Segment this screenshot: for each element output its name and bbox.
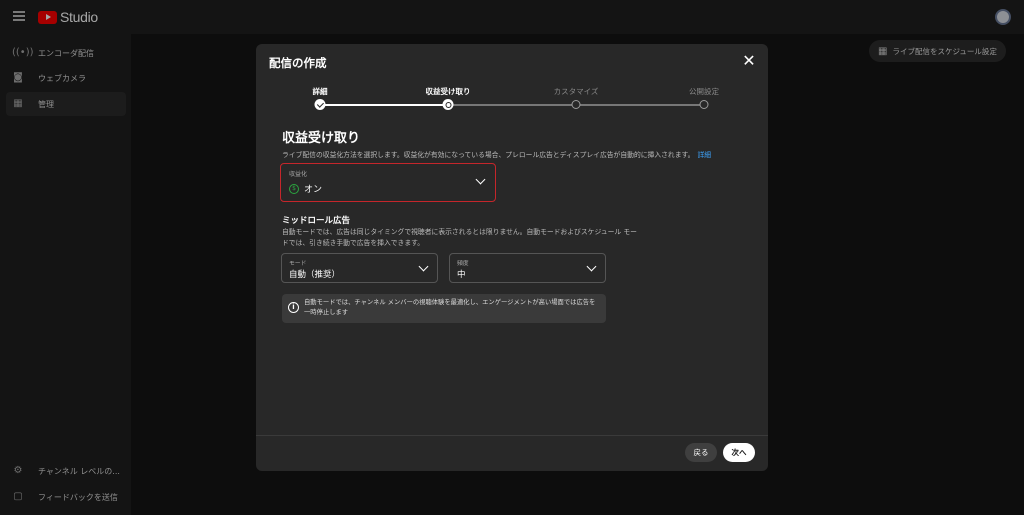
- frequency-label: 頻度: [457, 261, 469, 267]
- step-line-done: [320, 104, 448, 106]
- mode-label: モード: [289, 261, 307, 267]
- step-done-check-icon[interactable]: [314, 99, 326, 110]
- step-label-visibility: 公開設定: [689, 87, 719, 96]
- mode-select[interactable]: モード 自動（推奨）: [281, 253, 438, 283]
- midroll-heading: ミッドロール広告: [282, 216, 351, 226]
- chevron-down-icon: [418, 261, 429, 272]
- info-text: 自動モードでは、チャンネル メンバーの視聴体験を最適化し、エンゲージメントが高い…: [304, 299, 596, 316]
- section-description: ライブ配信の収益化方法を選択します。収益化が有効になっている場合、プレロール広告…: [282, 149, 711, 159]
- monetization-value: オン: [304, 185, 323, 195]
- step-label-monetization[interactable]: 収益受け取り: [426, 86, 471, 97]
- chevron-down-icon: [475, 174, 486, 185]
- back-button[interactable]: 戻る: [685, 443, 717, 462]
- step-current-indicator[interactable]: [442, 99, 454, 110]
- description-text: ライブ配信の収益化方法を選択します。収益化が有効になっている場合、プレロール広告…: [282, 151, 695, 159]
- info-icon: i: [288, 302, 299, 313]
- footer-divider: [256, 435, 768, 436]
- step-todo-indicator: [699, 100, 709, 109]
- monetization-select[interactable]: 収益化 $ オン: [280, 163, 496, 202]
- next-button[interactable]: 次へ: [723, 443, 755, 462]
- section-heading: 収益受け取り: [282, 131, 361, 146]
- details-link[interactable]: 詳細: [697, 151, 711, 159]
- frequency-select[interactable]: 頻度 中: [449, 253, 606, 283]
- step-todo-indicator: [571, 100, 581, 109]
- midroll-description: 自動モードでは、広告は同じタイミングで視聴者に表示されるとは限りません。自動モー…: [282, 228, 637, 247]
- chevron-down-icon: [586, 261, 597, 272]
- info-box: i 自動モードでは、チャンネル メンバーの視聴体験を最適化し、エンゲージメントが…: [282, 294, 606, 323]
- mode-value: 自動（推奨）: [289, 270, 341, 280]
- step-label-details[interactable]: 詳細: [313, 86, 328, 97]
- frequency-value: 中: [457, 270, 466, 280]
- stepper: 詳細 収益受け取り カスタマイズ 公開設定: [256, 44, 768, 124]
- monetization-label: 収益化: [289, 171, 308, 178]
- step-label-customize: カスタマイズ: [553, 87, 599, 96]
- dollar-icon: $: [289, 183, 299, 194]
- create-stream-dialog: 配信の作成 ✕ 詳細 収益受け取り カスタマイズ 公開設定 収益受け取り ライブ…: [256, 44, 768, 471]
